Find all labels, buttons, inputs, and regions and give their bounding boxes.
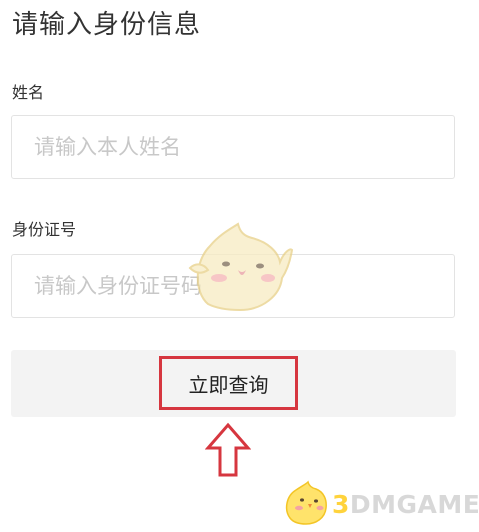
site-logo-text: 3DMGAME (332, 490, 479, 519)
name-input[interactable] (11, 115, 455, 179)
site-watermark: 3DMGAME (280, 478, 479, 528)
logo-digit: 3 (332, 490, 350, 519)
name-label: 姓名 (12, 83, 45, 102)
page-title: 请输入身份信息 (12, 10, 202, 40)
up-arrow-icon (205, 422, 251, 477)
chick-mascot-watermark (188, 222, 294, 312)
chick-mascot-icon (285, 480, 327, 525)
id-number-label: 身份证号 (12, 220, 77, 239)
query-button[interactable]: 立即查询 (159, 356, 298, 410)
logo-letters: DMGAME (349, 490, 479, 519)
